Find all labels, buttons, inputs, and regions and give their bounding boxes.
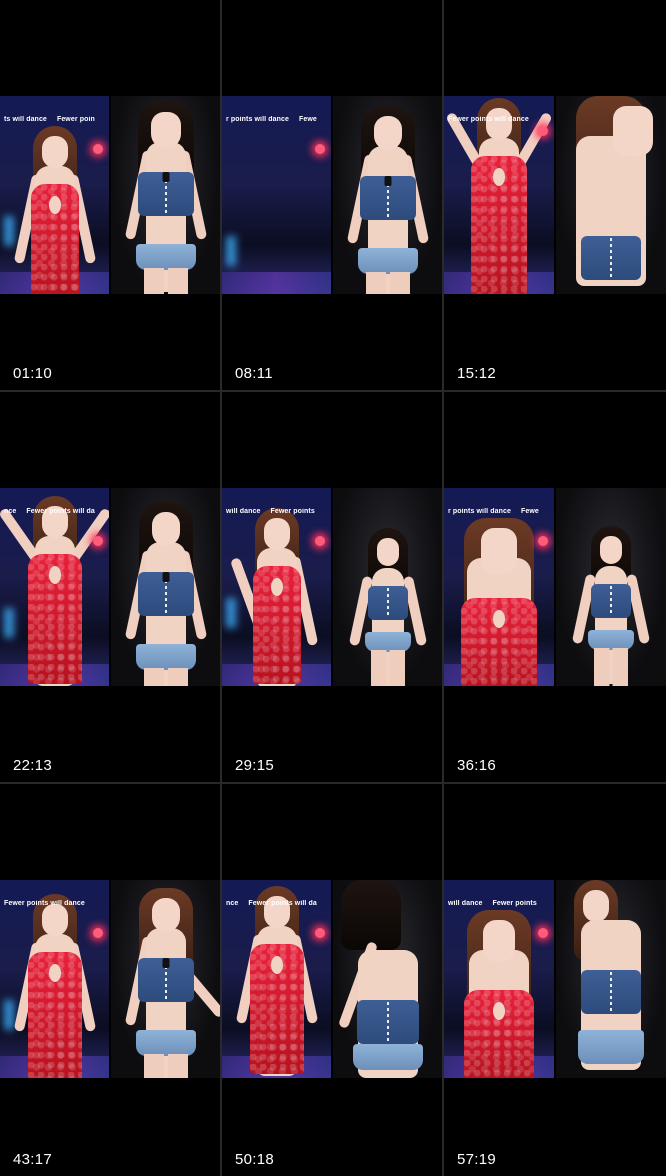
frame-left: nce Fewer points will da: [222, 880, 331, 1078]
frame-right: [556, 96, 666, 294]
frame-right: [556, 488, 666, 686]
overlay-caption: Fewer points will dance: [4, 900, 85, 907]
overlay-caption: nce Fewer points will da: [226, 900, 317, 907]
frame-right: [333, 880, 442, 1078]
frame-right: [111, 488, 220, 686]
frame-left: Fewer points will dance: [0, 880, 109, 1078]
video-thumbnail[interactable]: ts will dance Fewer poin 01:10: [0, 0, 220, 390]
overlay-caption: will dance Fewer points: [226, 508, 315, 515]
thumbnail-image: will dance Fewer points: [222, 488, 442, 686]
frame-right: [111, 880, 220, 1078]
thumbnail-image: will dance Fewer points: [444, 880, 666, 1078]
video-thumbnail[interactable]: r points will dance Fewe 08:11: [222, 0, 442, 390]
frame-left: r points will dance Fewe: [222, 96, 331, 294]
thumbnail-image: r points will dance Fewe: [444, 488, 666, 686]
thumbnail-image: ts will dance Fewer poin: [0, 96, 220, 294]
frame-left: will dance Fewer points: [444, 880, 554, 1078]
thumbnail-image: Fewer points will dance: [0, 880, 220, 1078]
video-thumbnail[interactable]: Fewer points will dance 15:12: [444, 0, 666, 390]
thumbnail-image: r points will dance Fewe: [222, 96, 442, 294]
timestamp-label: 01:10: [13, 365, 53, 382]
timestamp-label: 08:11: [235, 365, 273, 382]
frame-left: Fewer points will dance: [444, 96, 554, 294]
overlay-caption: Fewer points will dance: [448, 116, 529, 123]
timestamp-label: 57:19: [457, 1151, 497, 1168]
overlay-caption: will dance Fewer points: [448, 900, 537, 907]
frame-left: ts will dance Fewer poin: [0, 96, 109, 294]
thumbnail-image: Fewer points will dance: [444, 96, 666, 294]
video-thumbnail[interactable]: Fewer points will dance 43:17: [0, 784, 220, 1176]
overlay-caption: r points will dance Fewe: [448, 508, 539, 515]
video-thumbnail[interactable]: will dance Fewer points 29:15: [222, 392, 442, 782]
overlay-caption: nce Fewer points will da: [4, 508, 95, 515]
frame-right: [556, 880, 666, 1078]
overlay-caption: r points will dance Fewe: [226, 116, 317, 123]
frame-left: r points will dance Fewe: [444, 488, 554, 686]
timestamp-label: 50:18: [235, 1151, 275, 1168]
frame-left: will dance Fewer points: [222, 488, 331, 686]
video-thumbnail[interactable]: nce Fewer points will da 22:13: [0, 392, 220, 782]
video-thumbnail[interactable]: nce Fewer points will da 50:18: [222, 784, 442, 1176]
timestamp-label: 36:16: [457, 757, 497, 774]
video-thumbnail-grid: ts will dance Fewer poin 01:10 r points w: [0, 0, 666, 1176]
frame-right: [333, 488, 442, 686]
thumbnail-image: nce Fewer points will da: [222, 880, 442, 1078]
video-thumbnail[interactable]: r points will dance Fewe 36:16: [444, 392, 666, 782]
thumbnail-image: nce Fewer points will da: [0, 488, 220, 686]
timestamp-label: 43:17: [13, 1151, 53, 1168]
timestamp-label: 15:12: [457, 365, 497, 382]
frame-right: [333, 96, 442, 294]
video-thumbnail[interactable]: will dance Fewer points 57:19: [444, 784, 666, 1176]
frame-left: nce Fewer points will da: [0, 488, 109, 686]
overlay-caption: ts will dance Fewer poin: [4, 116, 95, 123]
timestamp-label: 22:13: [13, 757, 53, 774]
timestamp-label: 29:15: [235, 757, 275, 774]
frame-right: [111, 96, 220, 294]
